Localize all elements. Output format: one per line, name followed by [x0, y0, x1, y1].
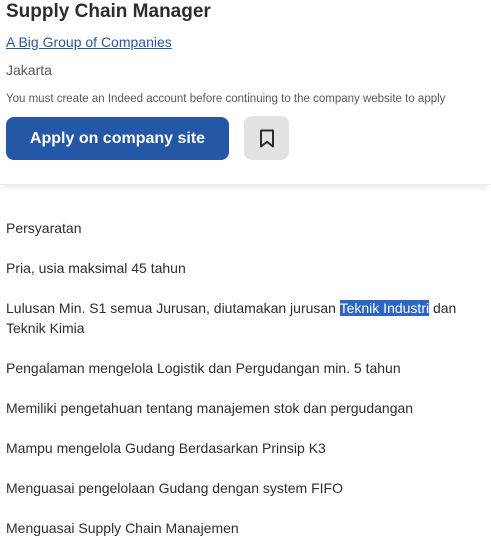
- save-job-button[interactable]: [244, 116, 289, 160]
- requirement-item: Menguasai pengelolaan Gudang dengan syst…: [6, 480, 343, 496]
- requirement-item: Pria, usia maksimal 45 tahun: [6, 260, 186, 276]
- job-location: Jakarta: [6, 62, 52, 78]
- job-title: Supply Chain Manager: [6, 1, 211, 22]
- requirement-item: Lulusan Min. S1 semua Jurusan, diutamaka…: [6, 298, 486, 338]
- requirement-item: Mampu mengelola Gudang Berdasarkan Prins…: [6, 440, 326, 456]
- job-header: Supply Chain Manager A Big Group of Comp…: [0, 0, 491, 185]
- requirement-text: Lulusan Min. S1 semua Jurusan, diutamaka…: [6, 300, 340, 316]
- requirement-item: Memiliki pengetahuan tentang manajemen s…: [6, 400, 414, 416]
- company-link[interactable]: A Big Group of Companies: [6, 34, 172, 50]
- requirements-heading: Persyaratan: [6, 220, 82, 236]
- bookmark-icon: [259, 129, 274, 147]
- apply-button[interactable]: Apply on company site: [6, 117, 229, 160]
- account-notice: You must create an Indeed account before…: [6, 93, 446, 105]
- requirement-item: Menguasai Supply Chain Manajemen: [6, 520, 239, 536]
- selected-text: Teknik Industri: [339, 300, 430, 316]
- requirement-item: Pengalaman mengelola Logistik dan Pergud…: [6, 360, 401, 376]
